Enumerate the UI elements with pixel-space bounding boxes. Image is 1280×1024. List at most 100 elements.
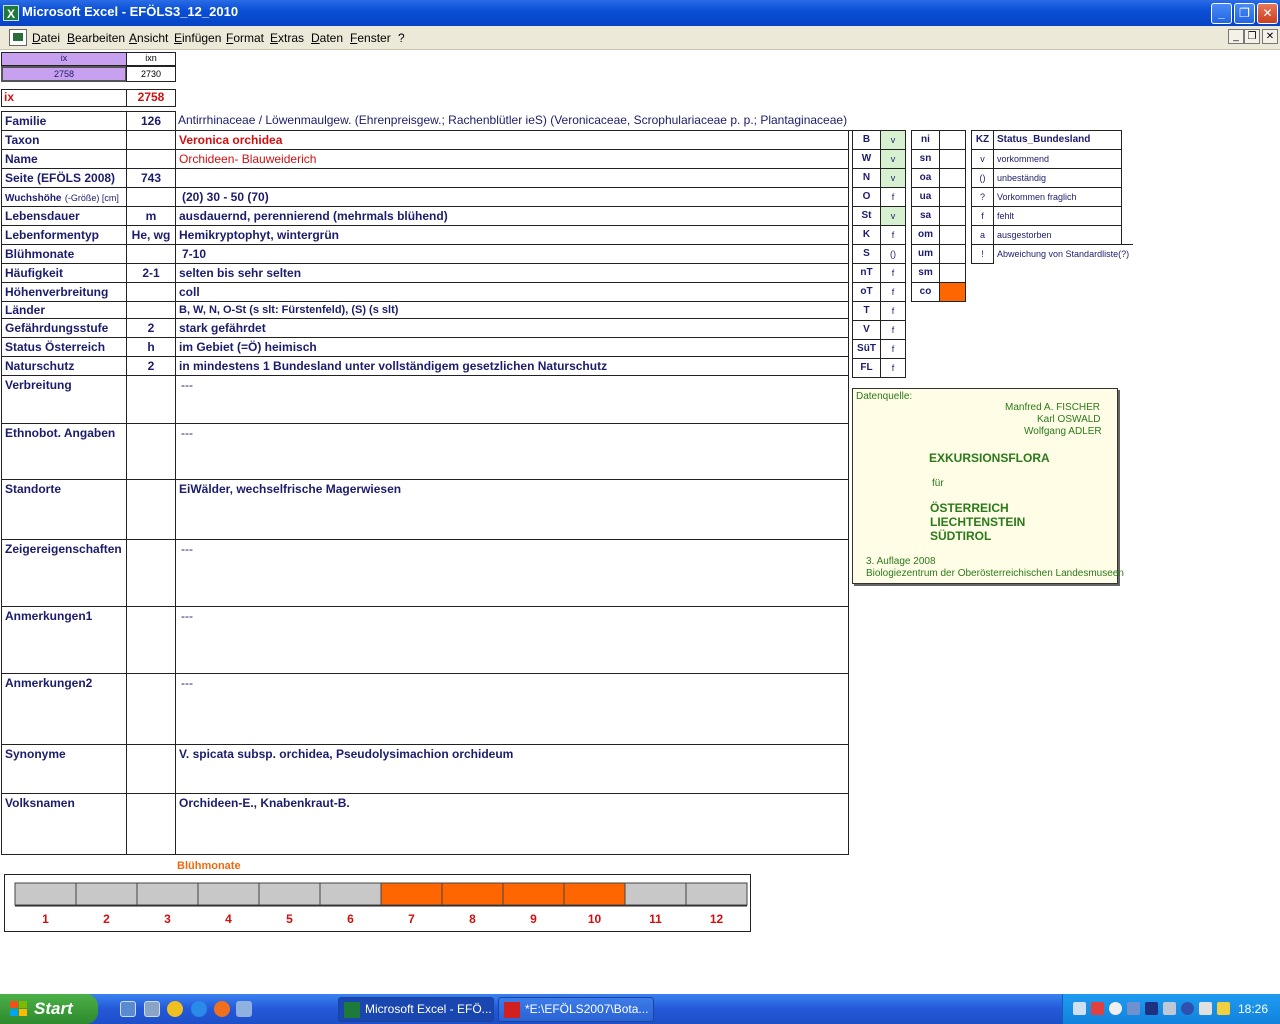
record-value-cell[interactable]: V. spicata subsp. orchidea, Pseudolysima… (175, 744, 849, 794)
record-value-cell[interactable]: selten bis sehr selten (175, 263, 849, 283)
record-value-cell[interactable]: (20) 30 - 50 (70) (175, 187, 849, 207)
bloom-month-bar[interactable] (380, 882, 443, 906)
bloom-month-bar[interactable] (136, 882, 199, 906)
altitude-code-cell[interactable]: sn (911, 149, 940, 169)
record-label-cell[interactable]: Naturschutz (1, 356, 127, 376)
altitude-mark-cell[interactable] (939, 206, 966, 226)
altitude-code-cell[interactable]: co (911, 282, 940, 302)
record-code-cell[interactable] (126, 375, 176, 424)
altitude-mark-cell[interactable] (939, 149, 966, 169)
record-code-cell[interactable] (126, 301, 176, 319)
record-value-cell[interactable]: --- (175, 539, 849, 607)
legend-header-text[interactable]: Status_Bundesland (993, 130, 1122, 150)
record-code-cell[interactable]: He, wg (126, 225, 176, 245)
state-status-cell[interactable]: v (880, 168, 906, 188)
state-status-cell[interactable]: v (880, 149, 906, 169)
record-value-cell[interactable]: --- (175, 375, 849, 424)
state-status-cell[interactable]: f (880, 358, 906, 378)
altitude-code-cell[interactable]: sa (911, 206, 940, 226)
network-icon[interactable] (1073, 1002, 1086, 1015)
record-label-cell[interactable]: Name (1, 149, 127, 169)
record-value-cell[interactable]: --- (175, 673, 849, 745)
state-code-cell[interactable]: oT (852, 282, 881, 302)
record-label-cell[interactable]: Lebensdauer (1, 206, 127, 226)
legend-text-cell[interactable]: Abweichung von Standardliste(?) (993, 244, 1133, 264)
altitude-mark-cell[interactable] (939, 225, 966, 245)
bloom-month-bar[interactable] (319, 882, 382, 906)
close-button[interactable]: ✕ (1257, 3, 1278, 24)
record-label-cell[interactable]: Zeigereigenschaften (1, 539, 127, 607)
record-code-cell[interactable]: m (126, 206, 176, 226)
record-code-cell[interactable] (126, 673, 176, 745)
info-icon[interactable] (1181, 1002, 1194, 1015)
mdi-minimize-button[interactable]: _ (1228, 29, 1244, 44)
explorer-icon[interactable] (144, 1001, 160, 1017)
firefox-icon[interactable] (214, 1001, 230, 1017)
security-icon[interactable] (1091, 1002, 1104, 1015)
altitude-mark-cell[interactable] (939, 187, 966, 207)
record-value-cell[interactable]: Hemikryptophyt, wintergrün (175, 225, 849, 245)
bloom-chart[interactable]: 1 2 3 4 5 6 7 8 9 10 11 12 (4, 874, 751, 932)
bloom-month-bar[interactable] (197, 882, 260, 906)
state-code-cell[interactable]: T (852, 301, 881, 321)
ixn-header[interactable]: ixn (126, 52, 176, 66)
record-code-cell[interactable]: 2 (126, 356, 176, 376)
record-label-cell[interactable]: Höhenverbreitung (1, 282, 127, 302)
legend-text-cell[interactable]: fehlt (993, 206, 1122, 226)
altitude-mark-cell[interactable] (939, 130, 966, 150)
state-code-cell[interactable]: FL (852, 358, 881, 378)
bloom-month-bar[interactable] (624, 882, 687, 906)
state-status-cell[interactable]: f (880, 282, 906, 302)
record-code-cell[interactable] (126, 793, 176, 855)
bloom-month-bar[interactable] (14, 882, 77, 906)
altitude-mark-cell[interactable] (939, 244, 966, 264)
record-value-cell[interactable]: --- (175, 606, 849, 674)
bluetooth-icon[interactable] (1127, 1002, 1140, 1015)
record-code-cell[interactable]: 2-1 (126, 263, 176, 283)
task-document[interactable]: *E:\EFÖLS2007\Bota... (498, 997, 654, 1022)
legend-text-cell[interactable]: ausgestorben (993, 225, 1122, 245)
menu-fenster[interactable]: Fenster (350, 31, 391, 45)
legend-code-cell[interactable]: v (971, 149, 994, 169)
data-source-box[interactable]: Datenquelle: Manfred A. FISCHER Karl OSW… (852, 388, 1124, 584)
record-code-cell[interactable] (126, 244, 176, 264)
record-value-cell[interactable]: im Gebiet (=Ö) heimisch (175, 337, 849, 357)
bloom-month-bar[interactable] (563, 882, 626, 906)
record-label-cell[interactable]: Gefährdungsstufe (1, 318, 127, 338)
record-value-cell[interactable]: 7-10 (175, 244, 849, 264)
bloom-month-bar[interactable] (502, 882, 565, 906)
state-status-cell[interactable]: () (880, 244, 906, 264)
state-status-cell[interactable]: f (880, 187, 906, 207)
record-value-cell[interactable]: B, W, N, O-St (s slt: Fürstenfeld), (S) … (175, 301, 849, 319)
state-status-cell[interactable]: v (880, 130, 906, 150)
outlook-icon[interactable] (236, 1001, 252, 1017)
menu-daten[interactable]: Daten (311, 31, 343, 45)
menu-format[interactable]: Format (226, 31, 264, 45)
search-icon[interactable] (1109, 1002, 1122, 1015)
media-player-icon[interactable] (167, 1001, 183, 1017)
record-code-cell[interactable]: h (126, 337, 176, 357)
menu-extras[interactable]: Extras (270, 31, 304, 45)
record-label-cell[interactable]: Länder (1, 301, 127, 319)
usb-icon[interactable] (1199, 1002, 1212, 1015)
record-label-cell[interactable]: Volksnamen (1, 793, 127, 855)
state-code-cell[interactable]: S (852, 244, 881, 264)
mdi-close-button[interactable]: ✕ (1262, 29, 1278, 44)
menu-einfuegen[interactable]: Einfügen (174, 31, 221, 45)
ixn-value-cell[interactable]: 2730 (126, 66, 176, 82)
record-label-cell[interactable]: Blühmonate (1, 244, 127, 264)
menu-bearbeiten[interactable]: Bearbeiten (67, 31, 125, 45)
state-code-cell[interactable]: V (852, 320, 881, 340)
record-code-cell[interactable] (126, 187, 176, 207)
bloom-month-bar[interactable] (258, 882, 321, 906)
ix-label-cell[interactable]: ix (1, 89, 127, 107)
legend-text-cell[interactable]: Vorkommen fraglich (993, 187, 1122, 207)
record-label-cell[interactable]: Seite (EFÖLS 2008) (1, 168, 127, 188)
altitude-mark-cell[interactable] (939, 282, 966, 302)
record-label-cell[interactable]: Verbreitung (1, 375, 127, 424)
record-value-cell[interactable]: EiWälder, wechselfrische Magerwiesen (175, 479, 849, 540)
record-label-cell[interactable]: Taxon (1, 130, 127, 150)
record-value-cell[interactable] (175, 168, 849, 188)
record-value-cell[interactable]: in mindestens 1 Bundesland unter vollstä… (175, 356, 849, 376)
record-code-cell[interactable]: 2 (126, 318, 176, 338)
